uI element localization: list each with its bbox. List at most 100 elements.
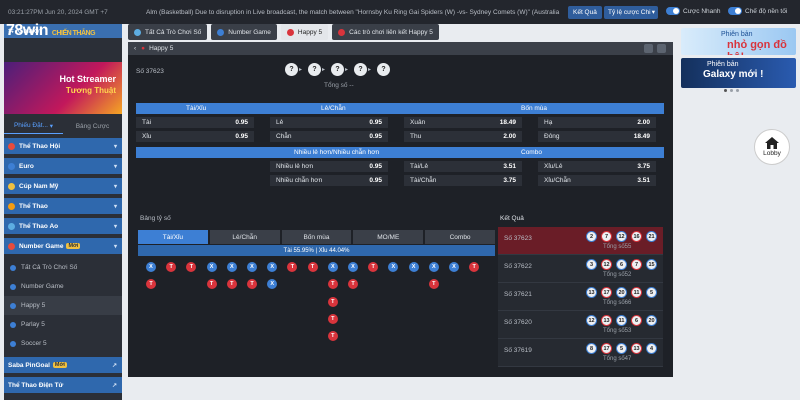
result-row[interactable]: Số 37620 12 13 11 6 20 Tổng số53 xyxy=(498,311,663,339)
odds-cell[interactable]: Hạ 2.00 xyxy=(538,117,656,128)
odds-cell[interactable]: Tài/Lẻ 3.51 xyxy=(404,161,522,172)
sidebar-item[interactable]: Thể Thao Hội ▾ xyxy=(4,138,122,154)
bead-mark: X xyxy=(267,262,278,272)
odds-value: 3.51 xyxy=(503,163,516,170)
lobby-button[interactable]: Lobby xyxy=(754,129,790,165)
odds-cell[interactable]: Xỉu 0.95 xyxy=(136,131,254,142)
game-tab[interactable]: Number Game xyxy=(211,24,277,40)
result-ball: 3 xyxy=(586,259,597,270)
bead-mark: X xyxy=(327,262,338,272)
odds-header-label: Nhiều lẻ hơn/Nhiều chẵn hơn xyxy=(294,149,380,156)
odds-value: 18.49 xyxy=(633,133,650,140)
odds-cell[interactable]: Nhiều chẵn hơn 0.95 xyxy=(270,175,388,186)
datetime: 03:21:27PM Jun 20, 2024 GMT +7 xyxy=(8,8,108,16)
carousel-dot[interactable] xyxy=(736,89,739,92)
odds-name: Xỉu/Lẻ xyxy=(544,163,563,170)
odds-type-select[interactable]: Tỷ lệ cược Chi ▾ xyxy=(604,6,658,19)
stats-tab[interactable]: MO/ME xyxy=(353,230,424,244)
result-ball: 7 xyxy=(631,259,642,270)
sidebar-item[interactable]: Number Game Mới ▾ xyxy=(4,238,122,254)
odds-value: 0.95 xyxy=(369,163,382,170)
odds-cell[interactable]: Tài/Chẵn 3.75 xyxy=(404,175,522,186)
sidebar-item[interactable]: Thể Thao ▾ xyxy=(4,198,122,214)
stats-tab[interactable]: Bốn mùa xyxy=(281,230,352,244)
odds-cell[interactable]: Xỉu/Chẵn 3.51 xyxy=(538,175,656,186)
stats-tab[interactable]: Lẻ/Chẵn xyxy=(209,230,280,244)
hot-streamer-banner[interactable]: Hot Streamer Tương Thuật xyxy=(4,62,122,114)
panel-header: ‹ ● Happy 5 xyxy=(128,42,673,55)
promo-compact-banner[interactable]: Phiên bản nhỏ gọn đồ bộ! xyxy=(681,28,796,55)
result-row[interactable]: Số 37623 2 7 12 16 21 Tổng số55 xyxy=(498,227,663,255)
promo-galaxy-banner[interactable]: Phiên bản Galaxy mới ! xyxy=(681,58,796,88)
result-id: Số 37620 xyxy=(504,319,532,326)
odds-cell[interactable]: Tài 0.95 xyxy=(136,117,254,128)
result-ball: 15 xyxy=(646,259,657,270)
odds-value: 3.51 xyxy=(637,177,650,184)
promo1-line1: Phiên bản xyxy=(721,31,753,38)
game-tab[interactable]: Happy 5 xyxy=(280,24,329,40)
result-button[interactable]: Kết Quả xyxy=(568,6,602,19)
dark-mode-toggle[interactable]: Chế độ nền tối xyxy=(728,7,787,15)
sidebar-subitem-label: Happy 5 xyxy=(21,302,46,309)
odds-name: Chẵn xyxy=(276,133,292,140)
sidebar-subitem[interactable]: Parlay 5 xyxy=(4,315,122,334)
sidebar-subitem[interactable]: Soccer 5 xyxy=(4,334,122,353)
carousel-dot[interactable] xyxy=(724,89,727,92)
panel-title: Happy 5 xyxy=(149,45,174,52)
result-total: Tổng số53 xyxy=(603,328,632,334)
result-ball: 6 xyxy=(631,315,642,326)
promo2-line1: Phiên bản xyxy=(707,61,739,68)
stats-tab[interactable]: Combo xyxy=(425,230,495,244)
tab-betlist[interactable]: Bảng Cược xyxy=(63,118,122,134)
bead-mark: T xyxy=(348,279,358,290)
sidebar-item[interactable]: Thể Thao Điện Tử ↗ xyxy=(4,377,122,393)
tab-betslip[interactable]: Phiếu Đặt... ▾ xyxy=(4,118,63,134)
expand-icon[interactable] xyxy=(657,44,666,53)
chevron-down-icon: ▾ xyxy=(113,183,117,190)
odds-cell[interactable]: Chẵn 0.95 xyxy=(270,131,388,142)
bead-mark: X xyxy=(247,262,257,272)
bead-mark: T xyxy=(166,262,177,272)
game-tab-icon xyxy=(217,28,225,36)
quick-bet-toggle[interactable]: Cược Nhanh xyxy=(666,7,721,15)
sidebar-item[interactable]: Cúp Nam Mỹ ▾ xyxy=(4,178,122,194)
result-row[interactable]: Số 37622 3 12 6 7 15 Tổng số52 xyxy=(498,255,663,283)
game-icon xyxy=(10,321,16,328)
game-tab[interactable]: Tất Cả Trò Chơi Số xyxy=(128,24,208,40)
sidebar-subitem[interactable]: Happy 5 xyxy=(4,296,122,315)
stats-tab[interactable]: Tài/Xỉu xyxy=(138,230,208,244)
result-row[interactable]: Số 37621 13 17 20 11 5 Tổng số66 xyxy=(498,283,663,311)
result-ball: 17 xyxy=(601,287,612,298)
arrow-right-icon: ▸ xyxy=(322,67,326,73)
bead-mark: T xyxy=(327,331,338,342)
result-total: Tổng số66 xyxy=(603,300,632,306)
carousel-dots[interactable] xyxy=(724,89,739,92)
odds-value: 0.95 xyxy=(369,133,382,140)
odds-name: Xuân xyxy=(410,119,426,126)
odds-cell[interactable]: Xuân 18.49 xyxy=(404,117,522,128)
odds-cell[interactable]: Lẻ 0.95 xyxy=(270,117,388,128)
sidebar-item[interactable]: Thể Thao Ao ▾ xyxy=(4,218,122,234)
chevron-down-icon: ▾ xyxy=(113,203,117,210)
sidebar-item[interactable]: Euro ▾ xyxy=(4,158,122,174)
carousel-dot[interactable] xyxy=(730,89,733,92)
odds-cell[interactable]: Xỉu/Lẻ 3.75 xyxy=(538,161,656,172)
odds-cell[interactable]: Đông 18.49 xyxy=(538,131,656,142)
odds-cell[interactable]: Thu 2.00 xyxy=(404,131,522,142)
result-row[interactable]: Số 37619 8 17 5 13 4 Tổng số47 xyxy=(498,339,663,367)
sidebar-item[interactable]: Saba PinGoal Mới ↗ xyxy=(4,357,122,373)
odds-cell[interactable]: Nhiều lẻ hơn 0.95 xyxy=(270,161,388,172)
pending-ball: ? xyxy=(308,63,321,76)
bead-mark: X xyxy=(428,262,439,272)
sidebar-subitem[interactable]: Tất Cả Trò Chơi Số xyxy=(4,258,122,277)
new-badge: Mới xyxy=(66,243,81,249)
info-icon[interactable] xyxy=(644,44,653,53)
bead-mark: T xyxy=(307,262,318,272)
sidebar-subitem[interactable]: Number Game xyxy=(4,277,122,296)
back-icon[interactable]: ‹ xyxy=(134,45,136,52)
odds-row: Xỉu 0.95 Chẵn 0.95 Thu 2.00 Đông 18.49 xyxy=(136,131,664,145)
news-ticker[interactable]: Alm (Basketball) Due to disruption in Li… xyxy=(146,6,560,19)
sidebar-subitem-label: Soccer 5 xyxy=(21,340,47,347)
brand-logo[interactable]: 78win CHIẾN THẮNG xyxy=(6,22,96,40)
game-tab[interactable]: Các trò chơi liên kết Happy 5 xyxy=(332,24,439,40)
